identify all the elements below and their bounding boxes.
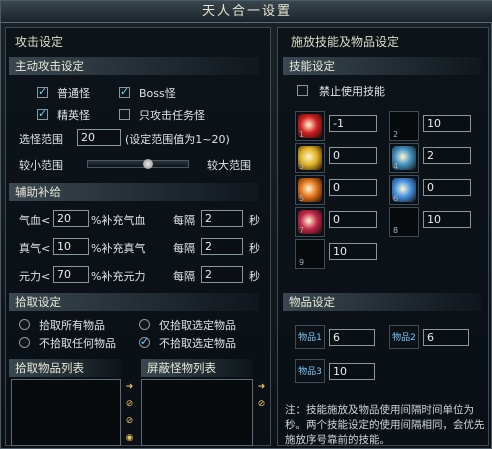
item-3-interval-input[interactable]: 10 (329, 363, 375, 380)
block-monster-list[interactable] (141, 379, 253, 446)
boss-monster-checkbox[interactable] (119, 85, 130, 98)
supply-unit-label: 秒 (249, 214, 260, 227)
skill-slot[interactable]: 2 (389, 111, 419, 141)
skill-slot[interactable]: 8 (389, 207, 419, 237)
skill-slot[interactable]: 9 (295, 239, 325, 269)
normal-monster-checkbox[interactable] (37, 85, 48, 98)
skill-slot-number: 2 (393, 130, 399, 139)
add-arrow-icon[interactable]: ➜ (255, 381, 268, 394)
skill-interval-input[interactable]: 10 (329, 243, 377, 260)
skill-interval-input[interactable]: 0 (329, 147, 377, 164)
supply-suffix-label: %补充元力 (91, 270, 146, 283)
quest-only-label: 只攻击任务怪 (139, 109, 205, 122)
power-interval-input[interactable]: 2 (201, 266, 243, 283)
disable-skills-label: 禁止使用技能 (319, 85, 385, 98)
usage-note: 注：技能施放及物品使用间隔时间单位为秒。两个技能设定的使用间隔相同，会优先施放序… (285, 404, 485, 446)
boss-monster-label: Boss怪 (139, 87, 176, 100)
supply-suffix-label: %补充真气 (91, 242, 146, 255)
supply-stat-label: 元力< (19, 270, 51, 283)
disable-skills-checkbox[interactable] (297, 85, 308, 96)
pickup-option-label: 不拾取选定物品 (159, 337, 236, 350)
range-slider-track[interactable] (87, 160, 189, 168)
skill-slot[interactable]: 6 (389, 175, 419, 205)
item-2-interval-input[interactable]: 6 (423, 329, 469, 346)
pickup-option-label: 仅拾取选定物品 (159, 319, 236, 332)
supply-every-label: 每隔 (173, 270, 195, 283)
skill-interval-input[interactable]: 2 (423, 147, 471, 164)
skill-interval-input[interactable]: 0 (329, 211, 377, 228)
range-label: 选怪范围 (19, 133, 63, 146)
skill-interval-input[interactable]: -1 (329, 115, 377, 132)
skill-interval-input[interactable]: 10 (423, 115, 471, 132)
large-range-label: 较大范围 (207, 159, 251, 172)
skill-interval-input[interactable]: 10 (423, 211, 471, 228)
active-attack-header: 主动攻击设定 (9, 57, 259, 75)
mp-interval-input[interactable]: 2 (201, 238, 243, 255)
item-slot-3[interactable]: 物品3 (295, 359, 325, 383)
item-slot-1[interactable]: 物品1 (295, 325, 325, 349)
skill-slot-number: 7 (299, 226, 305, 235)
small-range-label: 较小范围 (19, 159, 63, 172)
pickup-all-radio[interactable] (19, 319, 30, 330)
pickup-option-label: 不拾取任何物品 (39, 337, 116, 350)
pickup-header: 拾取设定 (9, 293, 259, 311)
add-arrow-icon[interactable]: ➜ (123, 381, 136, 394)
pickup-selected-only-radio[interactable] (139, 319, 150, 330)
supply-header: 辅助补给 (9, 183, 259, 201)
settings-window: 天人合一设置 攻击设定 主动攻击设定 普通怪 Boss怪 精英怪 只攻击任务怪 … (0, 0, 492, 449)
quest-only-checkbox[interactable] (119, 109, 130, 120)
supply-stat-label: 真气< (19, 242, 51, 255)
pickup-exclude-selected-radio[interactable] (139, 335, 150, 348)
pickup-option-label: 拾取所有物品 (39, 319, 105, 332)
supply-every-label: 每隔 (173, 214, 195, 227)
elite-monster-checkbox[interactable] (37, 107, 48, 120)
item-settings-header: 物品设定 (283, 293, 481, 311)
coin-icon[interactable]: ◉ (123, 432, 136, 445)
supply-every-label: 每隔 (173, 242, 195, 255)
skill-slot-number: 6 (393, 194, 399, 203)
skill-slot[interactable]: 4 (389, 143, 419, 173)
remove-icon[interactable]: ⊘ (255, 398, 268, 411)
remove-icon[interactable]: ⊘ (123, 398, 136, 411)
pick-list-header: 拾取物品列表 (9, 359, 121, 377)
item-1-interval-input[interactable]: 6 (329, 329, 375, 346)
skill-settings-header: 技能设定 (283, 57, 481, 75)
normal-monster-label: 普通怪 (57, 87, 90, 100)
elite-monster-label: 精英怪 (57, 109, 90, 122)
attack-section-title: 攻击设定 (15, 35, 64, 49)
hp-interval-input[interactable]: 2 (201, 210, 243, 227)
supply-stat-label: 气血< (19, 214, 51, 227)
supply-unit-label: 秒 (249, 270, 260, 283)
item-slot-2[interactable]: 物品2 (389, 325, 419, 349)
skill-slot[interactable]: 7 (295, 207, 325, 237)
skill-slot-number: 8 (393, 226, 399, 235)
range-input[interactable]: 20 (77, 129, 121, 146)
supply-unit-label: 秒 (249, 242, 260, 255)
block-list-header: 屏蔽怪物列表 (141, 359, 253, 377)
range-hint: (设定范围值为1~20) (125, 133, 230, 146)
mp-threshold-input[interactable]: 10 (53, 238, 89, 255)
hp-threshold-input[interactable]: 20 (53, 210, 89, 227)
skill-interval-input[interactable]: 0 (329, 179, 377, 196)
skill-slot-number: 9 (299, 258, 305, 267)
pick-item-list[interactable] (11, 379, 121, 446)
skill-interval-input[interactable]: 0 (423, 179, 471, 196)
skill-slot-number: 1 (299, 130, 305, 139)
skill-slot-number: 5 (299, 194, 305, 203)
skill-slot[interactable]: 5 (295, 175, 325, 205)
supply-suffix-label: %补充气血 (91, 214, 146, 227)
clear-icon[interactable]: ⊘ (123, 415, 136, 428)
pickup-none-radio[interactable] (19, 337, 30, 348)
skills-section-title: 施放技能及物品设定 (291, 35, 400, 49)
skill-slot[interactable]: 1 (295, 111, 325, 141)
power-threshold-input[interactable]: 70 (53, 266, 89, 283)
skill-slot-number: 3 (299, 162, 305, 171)
skill-slot-number: 4 (393, 162, 399, 171)
skill-slot[interactable]: 3 (295, 143, 325, 173)
window-title: 天人合一设置 (1, 1, 492, 23)
